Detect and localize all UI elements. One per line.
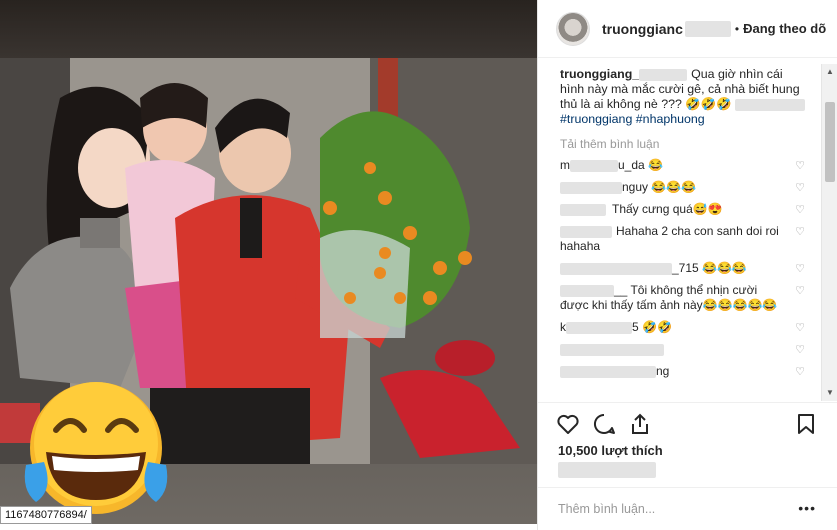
redacted-block <box>566 321 632 334</box>
comment-row: _715 😂😂😂 ♡ <box>560 261 805 276</box>
redacted-block <box>735 98 806 111</box>
redacted-block <box>570 159 618 172</box>
post-timestamp-redacted <box>558 462 656 478</box>
comment-row: k5 🤣🤣 ♡ <box>560 320 805 335</box>
post-header: truonggianc • Đang theo dõ <box>538 0 837 58</box>
comment-like-icon[interactable]: ♡ <box>795 225 805 240</box>
comment-like-icon[interactable]: ♡ <box>795 181 805 196</box>
redacted-block <box>560 203 606 216</box>
comment-row: __ Tôi không thể nhịn cười được khi thấy… <box>560 283 805 313</box>
comment-like-icon[interactable]: ♡ <box>795 284 805 299</box>
add-comment-section: ••• <box>538 487 837 530</box>
post-caption: truonggiang_ Qua giờ nhìn cái hình này mà… <box>560 67 810 127</box>
photo-pane: 1167480776894/ <box>0 0 537 530</box>
comment-row: Thấy cưng quá😅😍 ♡ <box>560 202 805 217</box>
redacted-block <box>560 284 614 297</box>
redacted-block <box>560 343 664 356</box>
load-more-comments-link[interactable]: Tải thêm bình luận <box>560 137 820 151</box>
like-count[interactable]: 10,500 lượt thích <box>558 443 663 458</box>
comments-list: truonggiang_ Qua giờ nhìn cái hình này mà… <box>538 59 820 402</box>
comment-text: Thấy cưng quá😅😍 <box>612 202 723 216</box>
caption-hashtags[interactable]: #truonggiang #nhaphuong <box>560 112 705 126</box>
comment-text: 5 🤣🤣 <box>632 320 672 334</box>
redacted-block <box>639 68 688 81</box>
redacted-block <box>560 225 612 238</box>
share-icon[interactable] <box>628 412 652 436</box>
laughing-emoji-icon <box>24 382 168 514</box>
header-username[interactable]: truonggianc <box>602 21 683 37</box>
redacted-block <box>560 262 672 275</box>
comments-scrollbar[interactable]: ▲ ▼ <box>821 64 837 401</box>
comment-row: ♡ <box>560 342 805 357</box>
redacted-block <box>560 365 656 378</box>
comment-row: Hahaha 2 cha con sanh doi roi hahaha ♡ <box>560 224 805 254</box>
comment-like-icon[interactable]: ♡ <box>795 203 805 218</box>
window-bottom-strip <box>0 524 537 530</box>
comment-text: _715 😂😂😂 <box>672 261 747 275</box>
scroll-up-arrow-icon[interactable]: ▲ <box>822 64 837 80</box>
comment-like-icon[interactable]: ♡ <box>795 262 805 277</box>
redacted-block <box>560 181 622 194</box>
comment-row: nguy 😂😂😂 ♡ <box>560 180 805 195</box>
comment-text: nguy 😂😂😂 <box>622 180 697 194</box>
scroll-down-arrow-icon[interactable]: ▼ <box>822 385 837 401</box>
redacted-block <box>684 20 731 37</box>
comment-username[interactable]: m <box>560 158 570 172</box>
separator-dot: • <box>734 21 740 36</box>
post-detail-panel: truonggianc • Đang theo dõ truonggiang_ Q… <box>537 0 837 530</box>
blurred-top-band <box>0 0 537 58</box>
bookmark-icon[interactable] <box>794 412 818 436</box>
action-bar <box>538 402 837 440</box>
comment-text: ng <box>656 364 670 378</box>
following-button[interactable]: Đang theo dõ <box>743 21 826 36</box>
comment-text: u_da 😂 <box>618 158 663 172</box>
url-tooltip: 1167480776894/ <box>0 506 92 524</box>
add-comment-input[interactable] <box>558 500 788 518</box>
scrollbar-thumb[interactable] <box>825 102 835 182</box>
comment-row: m u_da 😂 ♡ <box>560 158 805 173</box>
comment-like-icon[interactable]: ♡ <box>795 159 805 174</box>
comment-like-icon[interactable]: ♡ <box>795 343 805 358</box>
caption-username[interactable]: truonggiang_ <box>560 67 639 81</box>
comment-like-icon[interactable]: ♡ <box>795 365 805 380</box>
comment-like-icon[interactable]: ♡ <box>795 321 805 336</box>
avatar[interactable] <box>556 11 590 46</box>
comment-row: ng ♡ <box>560 364 805 379</box>
heart-icon[interactable] <box>556 412 580 436</box>
more-options-icon[interactable]: ••• <box>798 500 816 516</box>
comment-icon[interactable] <box>592 412 616 436</box>
